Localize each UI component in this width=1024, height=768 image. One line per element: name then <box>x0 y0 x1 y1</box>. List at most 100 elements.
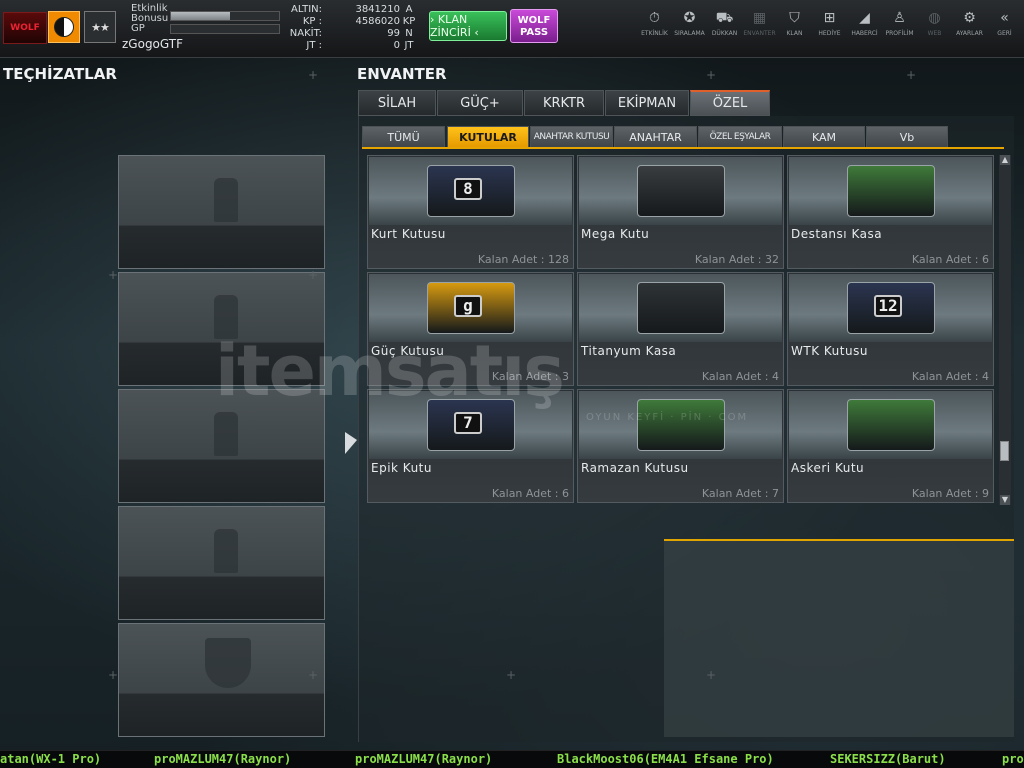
tab-0[interactable]: SİLAH <box>358 90 436 116</box>
equipment-slot[interactable] <box>118 506 325 620</box>
item-count: Kalan Adet : 6 <box>491 487 569 500</box>
item-card[interactable]: 12 WTK Kutusu Kalan Adet : 4 <box>787 272 994 386</box>
currency-row: ALTIN: 3841210 A <box>282 4 422 16</box>
subtab-6[interactable]: Vb <box>866 126 948 148</box>
megaphone-icon: ◢ <box>859 10 870 26</box>
inventory-title: ENVANTER <box>357 65 447 83</box>
item-card[interactable]: Destansı Kasa Kalan Adet : 6 <box>787 155 994 269</box>
currency-value: 0 <box>393 40 400 51</box>
gp-label: GP <box>131 23 145 34</box>
nav-geri̇[interactable]: « GERİ <box>987 10 1022 37</box>
nav-siralama[interactable]: ✪ SIRALAMA <box>672 10 707 37</box>
clan-emblem[interactable] <box>48 11 80 43</box>
nav-label: ETKİNLİK <box>641 30 668 37</box>
item-image: 8 <box>369 157 572 225</box>
nav-web[interactable]: ◍ WEB <box>917 10 952 37</box>
nav-haberci̇[interactable]: ◢ HABERCİ <box>847 10 882 37</box>
item-badge: g <box>454 295 482 317</box>
cart-icon: ⛟ <box>715 10 734 26</box>
nav-label: DÜKKAN <box>711 30 738 37</box>
currency-key: JT : <box>306 40 322 51</box>
item-image <box>789 391 992 459</box>
nav-label: HABERCİ <box>851 30 878 37</box>
item-count: Kalan Adet : 4 <box>911 370 989 383</box>
currency-panel: ALTIN: 3841210 A KP :4586020 KP NAKİT: 99 N JT :… <box>282 4 422 56</box>
nav-label: PROFİLİM <box>885 30 914 37</box>
scroll-up-icon[interactable]: ▲ <box>1000 155 1010 165</box>
subtab-2[interactable]: ANAHTAR KUTUSU <box>530 126 613 148</box>
item-image: 12 <box>789 274 992 342</box>
item-image <box>579 157 782 225</box>
watermark-subtext: OYUN KEYFİ · PİN · COM <box>586 412 749 423</box>
item-box-icon: 12 <box>847 282 935 334</box>
subtab-1[interactable]: KUTULAR <box>447 126 529 148</box>
currency-unit: A <box>405 4 413 15</box>
kill-ticker: atan(WX-1 Pro) proMAZLUM47(Raynor) proMAZL… <box>0 750 1024 768</box>
ticker-entry: proMAZLUM47(Raynor) <box>355 752 493 766</box>
top-bar: WOLF ★★ Etkinlik Bonusu GP zGogoGTF ALTI… <box>0 0 1024 58</box>
plus-marker: + <box>706 668 717 682</box>
item-box-icon <box>637 282 725 334</box>
nav-label: ENVANTER <box>743 30 776 37</box>
item-box-icon: g <box>427 282 515 334</box>
nav-label: SIRALAMA <box>674 30 705 37</box>
item-name: Epik Kutu <box>371 461 432 475</box>
currency-unit: KP <box>402 16 416 27</box>
tab-2[interactable]: KRKTR <box>524 90 604 116</box>
plus-marker: + <box>108 268 119 282</box>
gear-icon: ⚙ <box>963 10 976 26</box>
tab-3[interactable]: EKİPMAN <box>605 90 689 116</box>
ticker-entry: BlackMoost06(EM4A1 Efsane Pro) <box>557 752 774 766</box>
plus-marker: + <box>506 668 517 682</box>
item-count: Kalan Adet : 128 <box>477 253 569 266</box>
wolf-pass-button[interactable]: WOLF PASS <box>510 9 558 43</box>
yin-yang-icon <box>54 17 74 37</box>
nav-envanter[interactable]: ▦ ENVANTER <box>742 10 777 37</box>
item-card[interactable]: Askeri Kutu Kalan Adet : 9 <box>787 389 994 503</box>
ticker-entry: proMAZLUM47(Raynor) <box>154 752 292 766</box>
medal-icon: ✪ <box>683 10 696 26</box>
subtab-0[interactable]: TÜMÜ <box>362 126 445 148</box>
currency-unit: JT <box>404 40 414 51</box>
item-card[interactable]: 8 Kurt Kutusu Kalan Adet : 128 <box>367 155 574 269</box>
nav-hedi̇ye[interactable]: ⊞ HEDİYE <box>812 10 847 37</box>
wolf-logo: WOLF <box>3 12 47 44</box>
nav-etki̇nli̇k[interactable]: ⏱ ETKİNLİK <box>637 10 672 37</box>
currency-row: JT : 0 JT <box>282 40 422 52</box>
nav-label: WEB <box>927 30 942 37</box>
item-name: Askeri Kutu <box>791 461 865 475</box>
equipment-slot[interactable] <box>118 623 325 737</box>
item-count: Kalan Adet : 7 <box>701 487 779 500</box>
nav-label: KLAN <box>786 30 803 37</box>
nav-label: AYARLAR <box>956 30 983 37</box>
subtab-4[interactable]: ÖZEL EŞYALAR <box>698 126 782 148</box>
gift-icon: ⊞ <box>823 10 836 26</box>
username: zGogoGTF <box>122 37 184 51</box>
subtab-5[interactable]: KAM <box>783 126 865 148</box>
tab-4[interactable]: ÖZEL <box>690 90 770 116</box>
scroll-thumb[interactable] <box>1000 441 1009 461</box>
scroll-down-icon[interactable]: ▼ <box>1000 495 1010 505</box>
tab-1[interactable]: GÜÇ+ <box>437 90 523 116</box>
event-bonus-fill <box>171 12 231 20</box>
nav-dükkan[interactable]: ⛟ DÜKKAN <box>707 10 742 37</box>
plus-marker: + <box>706 68 717 82</box>
subtab-underline <box>362 147 1004 149</box>
nav-profi̇li̇m[interactable]: ♙ PROFİLİM <box>882 10 917 37</box>
currency-value: 4586020 <box>355 16 400 27</box>
shield-icon <box>205 638 251 688</box>
plus-marker: + <box>308 668 319 682</box>
ticker-entry: SEKERSIZZ(Barut) <box>830 752 946 766</box>
klan-zinciri-button[interactable]: › KLAN ZİNCİRİ ‹ <box>429 11 507 41</box>
item-badge: 8 <box>454 178 482 200</box>
equipment-slot[interactable] <box>118 155 325 269</box>
nav-ayarlar[interactable]: ⚙ AYARLAR <box>952 10 987 37</box>
item-card[interactable]: Mega Kutu Kalan Adet : 32 <box>577 155 784 269</box>
rank-badge: ★★ <box>84 11 116 43</box>
item-scrollbar[interactable]: ▲ ▼ <box>999 155 1011 505</box>
nav-klan[interactable]: ⛉ KLAN <box>777 10 812 37</box>
subtab-3[interactable]: ANAHTAR <box>614 126 697 148</box>
plus-marker: + <box>108 668 119 682</box>
nav-label: HEDİYE <box>818 30 841 37</box>
currency-key: NAKİT: <box>289 28 322 39</box>
